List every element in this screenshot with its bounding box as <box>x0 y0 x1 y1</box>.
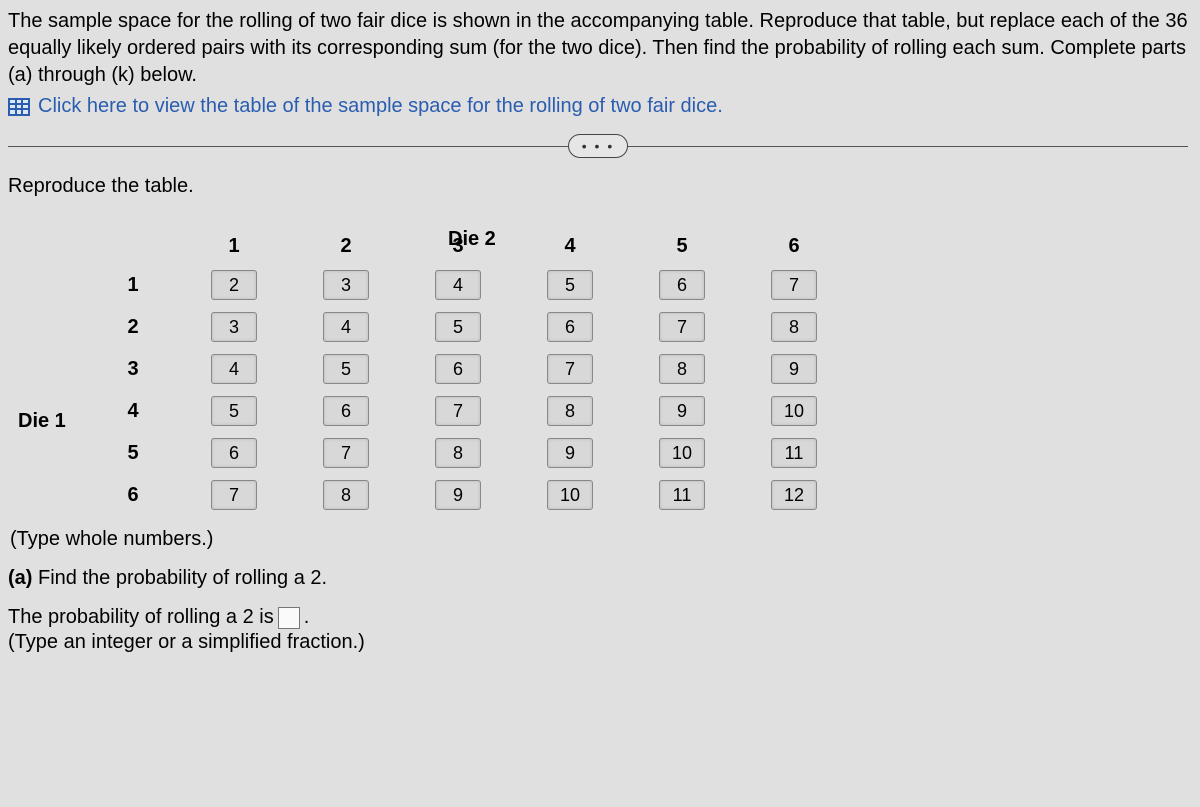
col-header: 1 <box>178 235 290 258</box>
sum-cell[interactable]: 7 <box>659 312 705 342</box>
answer-prefix: The probability of rolling a 2 is <box>8 606 274 629</box>
sum-cell[interactable]: 10 <box>659 438 705 468</box>
sample-space-link[interactable]: Click here to view the table of the samp… <box>38 95 723 118</box>
sum-cell[interactable]: 6 <box>435 354 481 384</box>
sum-cell[interactable]: 9 <box>771 354 817 384</box>
row-label: 3 <box>88 358 178 381</box>
sum-cell[interactable]: 4 <box>211 354 257 384</box>
part-a-text: Find the probability of rolling a 2. <box>38 567 327 589</box>
sum-cell[interactable]: 10 <box>547 480 593 510</box>
sum-cell[interactable]: 7 <box>547 354 593 384</box>
sum-cell[interactable]: 8 <box>659 354 705 384</box>
col-header: 4 <box>514 235 626 258</box>
sum-cell[interactable]: 3 <box>323 270 369 300</box>
sum-cell[interactable]: 9 <box>435 480 481 510</box>
sum-cell[interactable]: 5 <box>323 354 369 384</box>
die1-axis-label: Die 1 <box>18 410 66 433</box>
sum-cell[interactable]: 8 <box>771 312 817 342</box>
sum-cell[interactable]: 6 <box>547 312 593 342</box>
reproduce-table-title: Reproduce the table. <box>8 175 1188 198</box>
row-label: 6 <box>88 484 178 507</box>
sum-cell[interactable]: 2 <box>211 270 257 300</box>
expand-button[interactable]: • • • <box>568 134 628 158</box>
sum-cell[interactable]: 5 <box>435 312 481 342</box>
sample-space-link-row: Click here to view the table of the samp… <box>8 95 1188 118</box>
row-label: 5 <box>88 442 178 465</box>
separator-wrap: • • • <box>8 146 1188 147</box>
whole-numbers-hint: (Type whole numbers.) <box>10 528 1188 551</box>
col-header: 2 <box>290 235 402 258</box>
sum-cell[interactable]: 9 <box>659 396 705 426</box>
answer-suffix: . <box>304 606 310 629</box>
fraction-hint: (Type an integer or a simplified fractio… <box>8 631 1188 654</box>
sum-cell[interactable]: 12 <box>771 480 817 510</box>
row-label: 2 <box>88 316 178 339</box>
die2-axis-label: Die 2 <box>448 228 496 251</box>
sum-cell[interactable]: 6 <box>323 396 369 426</box>
sum-cell[interactable]: 6 <box>659 270 705 300</box>
row-label: 4 <box>88 400 178 423</box>
dice-table-wrap: Die 2 Die 1 1 2 3 4 5 6 1 2 3 4 5 6 7 2 … <box>18 228 838 516</box>
sum-cell[interactable]: 10 <box>771 396 817 426</box>
part-a-question: (a) Find the probability of rolling a 2. <box>8 567 1188 590</box>
sum-cell[interactable]: 5 <box>547 270 593 300</box>
sum-cell[interactable]: 8 <box>323 480 369 510</box>
sum-cell[interactable]: 7 <box>771 270 817 300</box>
sum-cell[interactable]: 6 <box>211 438 257 468</box>
sum-cell[interactable]: 7 <box>323 438 369 468</box>
col-header: 6 <box>738 235 850 258</box>
sum-cell[interactable]: 11 <box>771 438 817 468</box>
answer-input[interactable] <box>278 607 300 629</box>
sum-cell[interactable]: 9 <box>547 438 593 468</box>
sum-cell[interactable]: 5 <box>211 396 257 426</box>
sum-cell[interactable]: 8 <box>547 396 593 426</box>
row-label: 1 <box>88 274 178 297</box>
sum-cell[interactable]: 7 <box>435 396 481 426</box>
sum-cell[interactable]: 3 <box>211 312 257 342</box>
col-header: 5 <box>626 235 738 258</box>
sum-cell[interactable]: 8 <box>435 438 481 468</box>
sum-cell[interactable]: 7 <box>211 480 257 510</box>
sum-cell[interactable]: 11 <box>659 480 705 510</box>
dice-sums-grid: 1 2 3 4 5 6 1 2 3 4 5 6 7 2 3 4 5 6 7 8 … <box>88 228 838 516</box>
answer-line: The probability of rolling a 2 is . <box>8 606 1188 629</box>
sum-cell[interactable]: 4 <box>323 312 369 342</box>
table-icon[interactable] <box>8 98 30 116</box>
question-intro: The sample space for the rolling of two … <box>8 8 1188 89</box>
sum-cell[interactable]: 4 <box>435 270 481 300</box>
